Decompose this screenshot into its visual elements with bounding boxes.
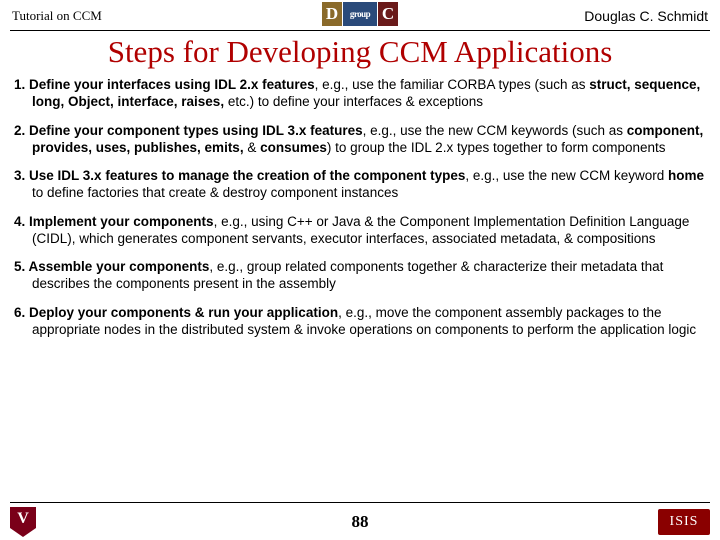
content-area: Define your interfaces using IDL 2.x fea… (0, 76, 720, 338)
logo-c-icon: C (378, 2, 398, 26)
page-number: 88 (352, 512, 369, 532)
header-left-text: Tutorial on CCM (12, 8, 102, 24)
page-title: Steps for Developing CCM Applications (0, 31, 720, 76)
isis-logo-icon: ISIS (658, 509, 710, 535)
logo-d-icon: D (322, 2, 342, 26)
list-item: Assemble your components, e.g., group re… (14, 258, 706, 293)
list-item: Deploy your components & run your applic… (14, 304, 706, 339)
footer: 88 ISIS (0, 502, 720, 537)
logo-group-icon: group (343, 2, 377, 26)
header-author: Douglas C. Schmidt (584, 8, 708, 24)
list-item: Use IDL 3.x features to manage the creat… (14, 167, 706, 202)
doc-logo: D group C (322, 2, 398, 26)
list-item: Implement your components, e.g., using C… (14, 213, 706, 248)
list-item: Define your interfaces using IDL 2.x fea… (14, 76, 706, 111)
list-item: Define your component types using IDL 3.… (14, 122, 706, 157)
divider-bottom (10, 502, 710, 503)
steps-list: Define your interfaces using IDL 2.x fea… (14, 76, 706, 338)
shield-icon (10, 507, 36, 537)
